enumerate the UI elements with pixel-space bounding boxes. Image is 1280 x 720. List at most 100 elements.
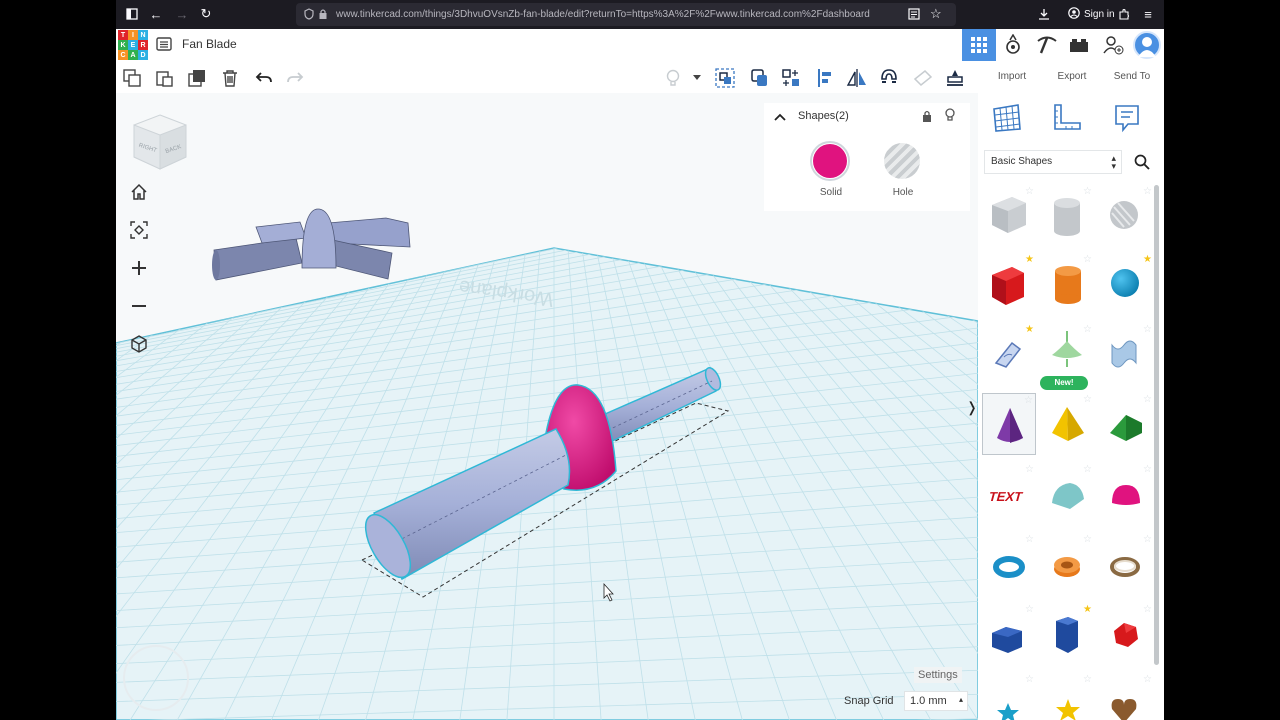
- favorite-star-icon[interactable]: ☆: [1143, 464, 1152, 475]
- shape-tile-cylinder[interactable]: ☆: [1040, 253, 1094, 315]
- snap-grid-select[interactable]: 1.0 mm ▴: [904, 691, 968, 711]
- favorite-star-icon[interactable]: ☆: [1143, 674, 1152, 685]
- favorite-star-icon[interactable]: ★: [1025, 254, 1034, 265]
- address-bar[interactable]: www.tinkercad.com/things/3DhvuOVsnZb-fan…: [296, 3, 956, 26]
- copy-button[interactable]: [121, 67, 143, 89]
- ortho-view-button[interactable]: [127, 332, 151, 356]
- shape-tile-ring[interactable]: ☆: [1100, 533, 1154, 595]
- import-button[interactable]: Import: [982, 62, 1042, 92]
- fit-view-button[interactable]: [127, 218, 151, 242]
- paint-button[interactable]: [912, 67, 934, 89]
- shape-tile-heart[interactable]: ☆: [1100, 673, 1154, 720]
- sim-lab-button[interactable]: [996, 29, 1030, 61]
- favorite-star-icon[interactable]: ☆: [1025, 604, 1034, 615]
- settings-button[interactable]: Settings: [914, 667, 962, 683]
- shape-tile-half-sphere[interactable]: ☆: [1040, 463, 1094, 525]
- paste-button[interactable]: [153, 67, 175, 89]
- mirror-group-button[interactable]: [780, 67, 802, 89]
- zoom-out-button[interactable]: [127, 294, 151, 318]
- favorite-star-icon[interactable]: ★: [1083, 604, 1092, 615]
- shape-tile-tube[interactable]: ☆: [1040, 533, 1094, 595]
- chevron-up-icon[interactable]: [774, 109, 786, 127]
- favorite-star-icon[interactable]: ☆: [1083, 674, 1092, 685]
- delete-button[interactable]: [219, 67, 241, 89]
- favorite-star-icon[interactable]: ☆: [1024, 395, 1033, 406]
- favorite-star-icon[interactable]: ☆: [1083, 324, 1092, 335]
- favorite-star-icon[interactable]: ☆: [1083, 464, 1092, 475]
- collapse-panel-button[interactable]: ❭: [966, 393, 978, 421]
- lego-button[interactable]: [1062, 29, 1096, 61]
- shape-tile-paraboloid[interactable]: ☆: [1100, 463, 1154, 525]
- shape-tile-box[interactable]: ★: [982, 253, 1036, 315]
- view-cube[interactable]: RIGHT BACK: [132, 113, 188, 178]
- stamp-button[interactable]: [944, 67, 966, 89]
- undo-button[interactable]: [253, 67, 275, 89]
- menu-icon[interactable]: ≡: [1136, 2, 1160, 26]
- bulb-icon[interactable]: [945, 108, 955, 127]
- search-shapes-button[interactable]: [1130, 150, 1154, 174]
- favorite-star-icon[interactable]: ★: [1025, 324, 1034, 335]
- favorite-star-icon[interactable]: ☆: [1025, 534, 1034, 545]
- shape-tile-star[interactable]: ☆: [982, 673, 1036, 720]
- favorite-star-icon[interactable]: ☆: [1143, 186, 1152, 197]
- shape-tile-torus[interactable]: ☆: [982, 533, 1036, 595]
- sidebar-scrollbar[interactable]: [1154, 185, 1159, 665]
- design-list-icon[interactable]: [156, 36, 172, 52]
- notes-tool-button[interactable]: [1112, 103, 1142, 133]
- user-avatar[interactable]: [1133, 31, 1161, 59]
- favorite-star-icon[interactable]: ☆: [1025, 674, 1034, 685]
- favorite-star-icon[interactable]: ☆: [1143, 534, 1152, 545]
- sidebar-toggle-icon[interactable]: [120, 2, 144, 26]
- cruise-button[interactable]: [878, 67, 900, 89]
- shape-tile-sphere-hole[interactable]: ☆: [1100, 185, 1154, 247]
- favorite-star-icon[interactable]: ☆: [1083, 254, 1092, 265]
- align-button[interactable]: [814, 67, 836, 89]
- shape-tile-cone[interactable]: ☆: [982, 393, 1036, 455]
- shape-category-select[interactable]: Basic Shapes ▴ ▾: [984, 150, 1122, 174]
- favorite-star-icon[interactable]: ☆: [1143, 324, 1152, 335]
- home-view-button[interactable]: [127, 180, 151, 204]
- design-title[interactable]: Fan Blade: [182, 37, 237, 51]
- favorite-star-icon[interactable]: ☆: [1083, 186, 1092, 197]
- ruler-tool-button[interactable]: [1052, 103, 1082, 133]
- shape-tile-sphere[interactable]: ★: [1100, 253, 1154, 315]
- reader-mode-icon[interactable]: [908, 8, 920, 23]
- favorite-star-icon[interactable]: ☆: [1025, 464, 1034, 475]
- shape-tile-cylinder-hole[interactable]: ☆: [1040, 185, 1094, 247]
- reload-icon[interactable]: ↻: [194, 2, 218, 26]
- favorite-star-icon[interactable]: ☆: [1025, 186, 1034, 197]
- workplane-tool-button[interactable]: [992, 103, 1022, 133]
- group-button[interactable]: [714, 67, 736, 89]
- extensions-icon[interactable]: [1112, 2, 1136, 26]
- ungroup-button[interactable]: [748, 67, 770, 89]
- zoom-in-button[interactable]: [127, 256, 151, 280]
- hole-swatch[interactable]: [884, 143, 920, 179]
- invite-user-button[interactable]: [1096, 29, 1130, 61]
- shape-tile-icosahedron[interactable]: ☆: [1100, 603, 1154, 665]
- grid-view-button[interactable]: [962, 29, 996, 61]
- shape-tile-pyramid[interactable]: ☆: [1040, 393, 1094, 455]
- favorite-star-icon[interactable]: ☆: [1083, 534, 1092, 545]
- lock-icon[interactable]: [922, 109, 932, 127]
- shape-tile-prism[interactable]: ★: [1040, 603, 1094, 665]
- minecraft-button[interactable]: [1030, 29, 1064, 61]
- shape-tile-star-yellow[interactable]: ☆: [1040, 673, 1094, 720]
- bookmark-star-icon[interactable]: ☆: [930, 6, 942, 22]
- export-button[interactable]: Export: [1042, 62, 1102, 92]
- favorite-star-icon[interactable]: ★: [1143, 254, 1152, 265]
- favorite-star-icon[interactable]: ☆: [1083, 394, 1092, 405]
- light-bulb-button[interactable]: [662, 67, 684, 89]
- send-to-button[interactable]: Send To: [1102, 62, 1162, 92]
- tinkercad-logo[interactable]: T I N K E R C A D: [118, 30, 148, 60]
- back-icon[interactable]: ←: [144, 2, 168, 26]
- shape-tile-scribble[interactable]: ★: [982, 323, 1036, 385]
- shape-tile-text-wave[interactable]: ☆: [1100, 323, 1154, 385]
- light-dropdown[interactable]: [686, 67, 708, 89]
- fan-blade-preview[interactable]: [212, 208, 411, 281]
- forward-icon[interactable]: →: [170, 2, 194, 26]
- solid-swatch[interactable]: [810, 141, 850, 181]
- shape-tile-text[interactable]: TEXT ☆: [982, 463, 1036, 525]
- redo-button[interactable]: [284, 67, 306, 89]
- shape-tile-roof[interactable]: ☆: [1100, 393, 1154, 455]
- flip-button[interactable]: [846, 67, 868, 89]
